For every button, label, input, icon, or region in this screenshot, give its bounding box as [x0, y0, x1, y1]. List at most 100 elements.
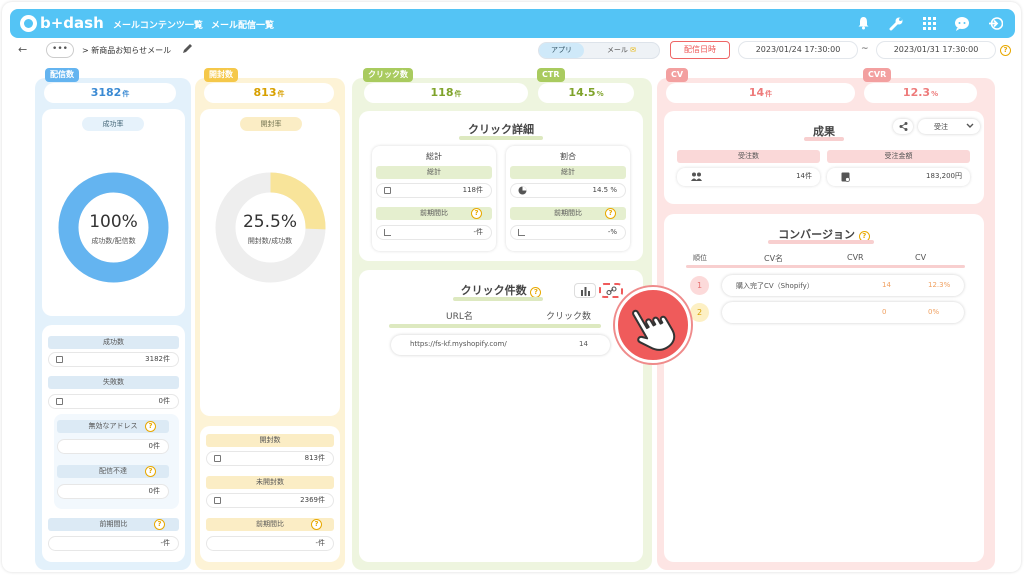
cv-count-unit: 件: [765, 90, 773, 98]
share-button[interactable]: [893, 119, 913, 134]
open-count: 813件: [204, 83, 334, 103]
result-underline: [804, 137, 844, 141]
link-view-button[interactable]: [599, 283, 623, 298]
link-icon: [606, 286, 617, 296]
delivery-prev-help-icon[interactable]: ?: [154, 519, 165, 530]
cvr-value: 12.3: [902, 86, 931, 99]
click-count: 118件: [364, 83, 528, 103]
delivery-count: 3182件: [44, 83, 176, 103]
open-prev-help-icon[interactable]: ?: [311, 519, 322, 530]
unopened-value: 2369件: [300, 496, 325, 504]
cv-name-column-header: CV名: [764, 254, 784, 263]
help-icon[interactable]: ?: [1000, 45, 1011, 56]
table-row[interactable]: https://fs-kf.myshopify.com/ 14: [391, 335, 610, 355]
mail-toggle-label: メール: [606, 46, 628, 54]
table-row[interactable]: 0 0%: [722, 302, 964, 323]
click-count-underline: [453, 297, 543, 301]
pie-icon: [518, 186, 527, 195]
logo-text: b+dash: [40, 14, 104, 32]
cv-cell: 0%: [928, 308, 940, 316]
click-count-value: 118: [430, 86, 454, 99]
open-prev-row: -件: [206, 536, 334, 551]
delivery-prev-value: -件: [160, 539, 170, 547]
invalid-address-row: 0件: [57, 439, 169, 454]
success-rate-value: 100%: [89, 212, 138, 232]
click-total-prev-value: -件: [473, 228, 483, 236]
open-rate-caption: 開封数/成功数: [247, 237, 293, 245]
ctr-value: 14.5: [568, 86, 596, 99]
click-ratio-title: 割合: [560, 152, 576, 161]
click-count-column-header: クリック数: [546, 312, 592, 322]
bell-icon[interactable]: [855, 15, 871, 31]
success-rate-chip: 成功率: [82, 117, 144, 131]
cvr-cell: 14: [882, 281, 891, 289]
delivery-prev-row: -件: [48, 536, 179, 551]
nav-mail-contents[interactable]: メールコンテンツ一覧: [113, 18, 203, 31]
invalid-address-help-icon[interactable]: ?: [145, 421, 156, 432]
click-ratio-box: 割合 総計 14.5 % 前期間比 ? -%: [506, 146, 630, 251]
logout-icon[interactable]: [987, 15, 1003, 31]
url-column-header: URL名: [446, 312, 473, 322]
trend-icon: [518, 229, 525, 236]
click-count-card: クリック件数 ? URL名 クリック数 https://fs-kf.myshop…: [359, 270, 643, 562]
click-detail-card: クリック詳細 総計 総計 118件 前期間比 ? -件 割合 総計 14.5 %…: [359, 111, 643, 261]
delivery-count-unit: 件: [122, 90, 130, 98]
bdash-logo[interactable]: b+dash: [20, 14, 104, 32]
edit-pencil-icon[interactable]: [182, 43, 193, 56]
order-count-row: 14件: [677, 168, 820, 186]
success-count-row: 3182件: [48, 352, 179, 367]
result-type-value: 受注: [934, 123, 948, 131]
open-count-value: 813: [253, 86, 277, 99]
ctr-unit: %: [596, 90, 604, 98]
order-count-value: 14件: [796, 172, 812, 180]
click-ratio-prev-help-icon[interactable]: ?: [605, 208, 616, 219]
click-total-prev-help-icon[interactable]: ?: [471, 208, 482, 219]
cv-column-header: CV: [915, 253, 927, 262]
click-detail-title: クリック詳細: [468, 123, 534, 136]
open-detail-card: 開封数 813件 未開封数 2369件 前期間比 ? -件: [200, 426, 340, 562]
bar-chart-icon: [581, 287, 590, 296]
support-chat-icon[interactable]: [954, 15, 970, 31]
mail-envelope-icon: ✉: [630, 46, 637, 54]
success-rate-caption: 成功数/配信数: [91, 237, 136, 245]
logo-mark-icon: [20, 14, 37, 32]
fail-breakdown-box: 無効なアドレス ? 0件 配信不達 ? 0件: [54, 414, 179, 509]
undeliverable-help-icon[interactable]: ?: [145, 466, 156, 477]
cvr-value-pill: 12.3%: [864, 83, 977, 103]
receipt-icon: [841, 172, 850, 182]
undeliverable-value: 0件: [148, 487, 160, 495]
click-ratio-sub-label: 総計: [510, 166, 626, 179]
users-icon: [691, 172, 702, 181]
result-type-select[interactable]: 受注: [918, 119, 980, 134]
bar-chart-view-button[interactable]: [574, 283, 596, 298]
date-to-field[interactable]: 2023/01/31 17:30:00: [876, 41, 996, 59]
open-prev-value: -件: [315, 539, 325, 547]
url-cell[interactable]: https://fs-kf.myshopify.com/: [410, 340, 507, 348]
table-row[interactable]: 購入完了CV（Shopify） 14 12.3%: [722, 275, 964, 296]
top-navigation-bar: b+dash メールコンテンツ一覧 メール配信一覧: [10, 9, 1015, 38]
click-total-sub-label: 総計: [376, 166, 492, 179]
app-toggle[interactable]: アプリ: [539, 43, 584, 58]
mail-toggle[interactable]: メール ✉: [584, 43, 659, 58]
wrench-icon[interactable]: [888, 15, 904, 31]
pointing-hand-icon: [615, 287, 691, 363]
conversion-card: コンバージョン ? 順位 CV名 CVR CV 1 購入完了CV（Shopify…: [664, 214, 984, 562]
date-from-field[interactable]: 2023/01/24 17:30:00: [738, 41, 858, 59]
success-count-value: 3182件: [145, 355, 170, 363]
undeliverable-row: 0件: [57, 484, 169, 499]
grid-menu-icon[interactable]: [921, 15, 937, 31]
ctr-value-pill: 14.5%: [538, 83, 634, 103]
open-count-unit: 件: [277, 90, 285, 98]
conversion-underline: [768, 240, 874, 244]
click-total-prev-row: -件: [376, 225, 492, 240]
delivery-date-button[interactable]: 配信日時: [670, 41, 730, 59]
nav-mail-delivery[interactable]: メール配信一覧: [211, 18, 274, 31]
click-ratio-value: 14.5 %: [592, 186, 617, 194]
rank-badge: 2: [690, 303, 709, 322]
click-total-title: 総計: [426, 152, 442, 161]
more-options-button[interactable]: •••: [46, 42, 74, 58]
share-icon: [899, 122, 907, 131]
click-total-value: 118件: [462, 186, 483, 194]
back-arrow-icon[interactable]: ←: [18, 43, 27, 56]
delivery-count-value: 3182: [90, 86, 122, 99]
